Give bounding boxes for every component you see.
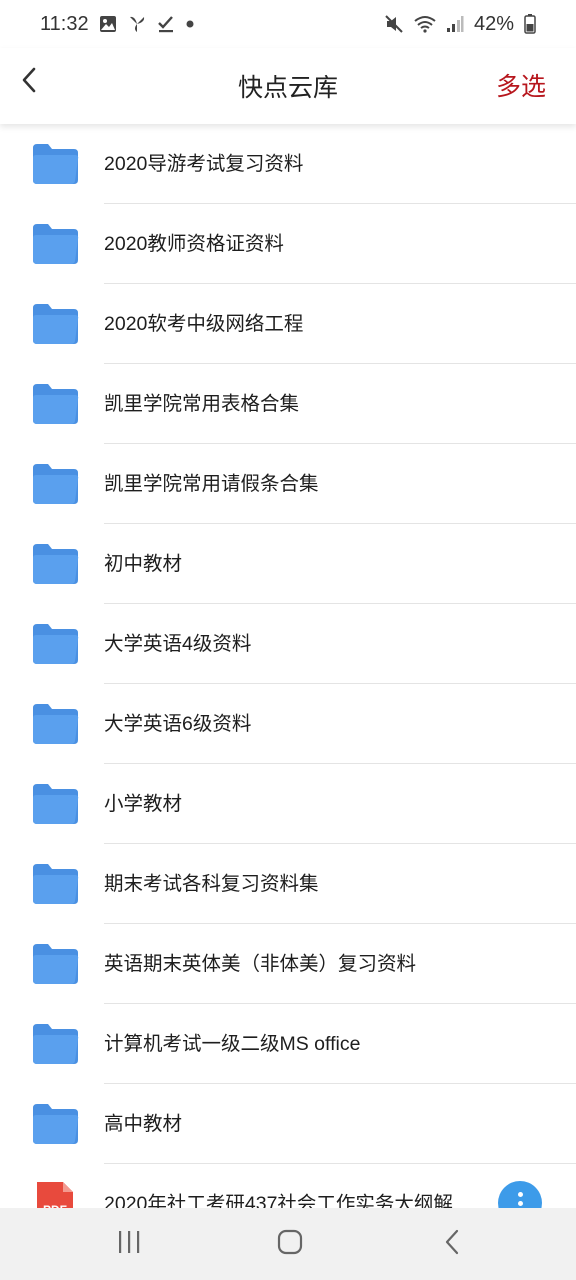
file-name: 2020年社工考研437社会工作实务大纲解	[104, 1193, 453, 1208]
signal-icon	[446, 15, 464, 33]
folder-icon	[31, 622, 80, 666]
folder-icon	[31, 942, 80, 986]
folder-icon	[31, 222, 80, 266]
file-name: 2020教师资格证资料	[104, 233, 284, 255]
page-title: 快点云库	[237, 74, 338, 102]
file-row-pdf[interactable]: PDF 2020年社工考研437社会工作实务大纲解	[0, 1164, 576, 1208]
file-name: 大学英语4级资料	[104, 633, 252, 655]
multi-select-button[interactable]: 多选	[496, 67, 546, 103]
app-header: 快点云库 多选	[0, 48, 576, 124]
check-download-icon	[157, 15, 175, 33]
file-name: 凯里学院常用表格合集	[104, 393, 300, 415]
file-name: 小学教材	[104, 793, 183, 815]
more-vertical-icon-dot	[517, 1191, 523, 1197]
recent-apps-button[interactable]	[109, 1228, 149, 1260]
file-name: 2020软考中级网络工程	[104, 313, 304, 335]
folder-icon	[31, 782, 80, 826]
folder-icon	[31, 462, 80, 506]
folder-row[interactable]: 期末考试各科复习资料集	[0, 844, 576, 924]
battery-icon	[524, 14, 536, 34]
folder-row[interactable]: 凯里学院常用表格合集	[0, 364, 576, 444]
folder-row[interactable]: 凯里学院常用请假条合集	[0, 444, 576, 524]
folder-icon	[31, 302, 80, 346]
more-vertical-icon-dot	[517, 1200, 523, 1206]
image-icon	[99, 15, 117, 33]
recent-apps-icon	[116, 1230, 142, 1259]
file-name: 2020导游考试复习资料	[104, 153, 304, 175]
folder-icon	[31, 702, 80, 746]
status-bar: 11:32 42%	[0, 0, 576, 48]
folder-row[interactable]: 2020教师资格证资料	[0, 204, 576, 284]
file-list: 2020导游考试复习资料 2020教师资格证资料 2020软考中级网络工程 凯里…	[0, 124, 576, 1208]
file-name: 期末考试各科复习资料集	[104, 873, 319, 895]
file-name: 凯里学院常用请假条合集	[104, 473, 319, 495]
status-left: 11:32	[40, 13, 195, 36]
status-right: 42%	[384, 13, 536, 36]
file-name: 大学英语6级资料	[104, 713, 252, 735]
home-button[interactable]	[270, 1228, 310, 1260]
dot-icon	[185, 19, 195, 29]
wifi-icon	[414, 15, 436, 33]
folder-icon	[31, 142, 80, 186]
nav-back-button[interactable]	[432, 1228, 472, 1260]
folder-icon	[31, 1102, 80, 1146]
folder-row[interactable]: 高中教材	[0, 1084, 576, 1164]
folder-row[interactable]: 计算机考试一级二级MS office	[0, 1004, 576, 1084]
folder-icon	[31, 1022, 80, 1066]
folder-row[interactable]: 2020导游考试复习资料	[0, 124, 576, 204]
folder-row[interactable]: 英语期末英体美（非体美）复习资料	[0, 924, 576, 1004]
file-name: 初中教材	[104, 553, 183, 575]
folder-row[interactable]: 小学教材	[0, 764, 576, 844]
back-icon	[443, 1229, 461, 1260]
folder-row[interactable]: 大学英语4级资料	[0, 604, 576, 684]
folder-row[interactable]: 初中教材	[0, 524, 576, 604]
battery-percent: 42%	[473, 12, 514, 35]
file-name: 计算机考试一级二级MS office	[104, 1033, 361, 1055]
system-nav-bar	[0, 1208, 576, 1280]
folder-row[interactable]: 大学英语6级资料	[0, 684, 576, 764]
home-icon	[277, 1229, 303, 1260]
folder-icon	[31, 382, 80, 426]
folder-icon	[31, 542, 80, 586]
file-name: 高中教材	[104, 1113, 183, 1135]
pinwheel-icon	[127, 14, 147, 34]
file-name: 英语期末英体美（非体美）复习资料	[104, 953, 417, 975]
pdf-file-icon: PDF	[31, 1182, 80, 1208]
mute-icon	[384, 14, 404, 34]
folder-row[interactable]: 2020软考中级网络工程	[0, 284, 576, 364]
status-time: 11:32	[40, 12, 89, 35]
folder-icon	[31, 862, 80, 906]
